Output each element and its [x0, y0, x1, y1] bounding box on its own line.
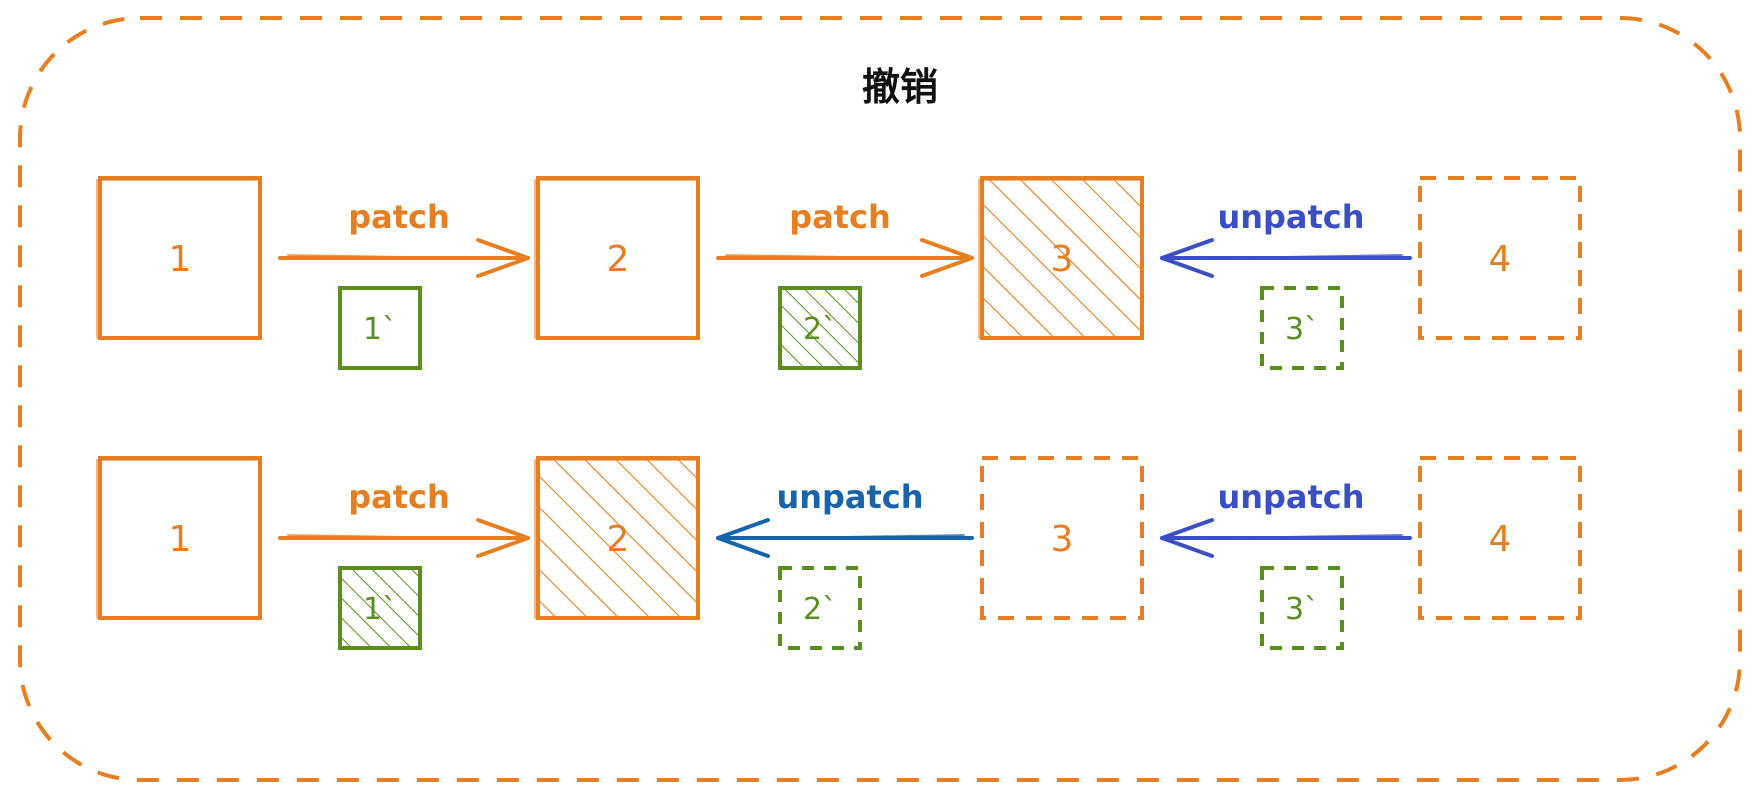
state-box-label: 2 [607, 239, 630, 280]
state-box-label: 1 [169, 239, 192, 280]
state-box-label: 1 [169, 519, 192, 560]
unpatch-label: unpatch [776, 478, 923, 516]
diagram-row: 1 2 3 4 patch 1` patch 2` unpatch 3` [96, 176, 1582, 370]
diagram-canvas: 撤销 1 2 3 4patch1`patch2`unpatch3`1 2 3 4patch1… [18, 16, 1742, 782]
state-box-label: 2 [607, 519, 630, 560]
state-box-label: 3 [1051, 519, 1074, 560]
patch-box-label: 3` [1285, 312, 1319, 347]
diagram-title: 撤销 [862, 65, 938, 109]
patch-box-label: 1` [363, 592, 397, 627]
patch-box-label: 2` [803, 312, 837, 347]
state-box-label: 3 [1051, 239, 1074, 280]
patch-label: patch [348, 478, 450, 516]
diagram-row: 1 2 3 4 patch 1` unpatch 2` unpatch 3` [96, 456, 1582, 650]
patch-box-label: 1` [363, 312, 397, 347]
state-box-label: 4 [1489, 519, 1512, 560]
patch-box-label: 3` [1285, 592, 1319, 627]
patch-box-label: 2` [803, 592, 837, 627]
patch-label: patch [348, 198, 450, 236]
patch-label: patch [789, 198, 891, 236]
undo-diagram: 撤销 1 2 3 4 patch 1` patch 2` unpatch 3` 1 2 3 4 patch 1… [0, 0, 1760, 800]
state-box-label: 4 [1489, 239, 1512, 280]
outer-frame [18, 16, 1742, 782]
unpatch-label: unpatch [1217, 198, 1364, 236]
unpatch-label: unpatch [1217, 478, 1364, 516]
rows-layer: 1 2 3 4 patch 1` patch 2` unpatch 3` 1 2 3 4 patch 1` un… [96, 176, 1582, 650]
